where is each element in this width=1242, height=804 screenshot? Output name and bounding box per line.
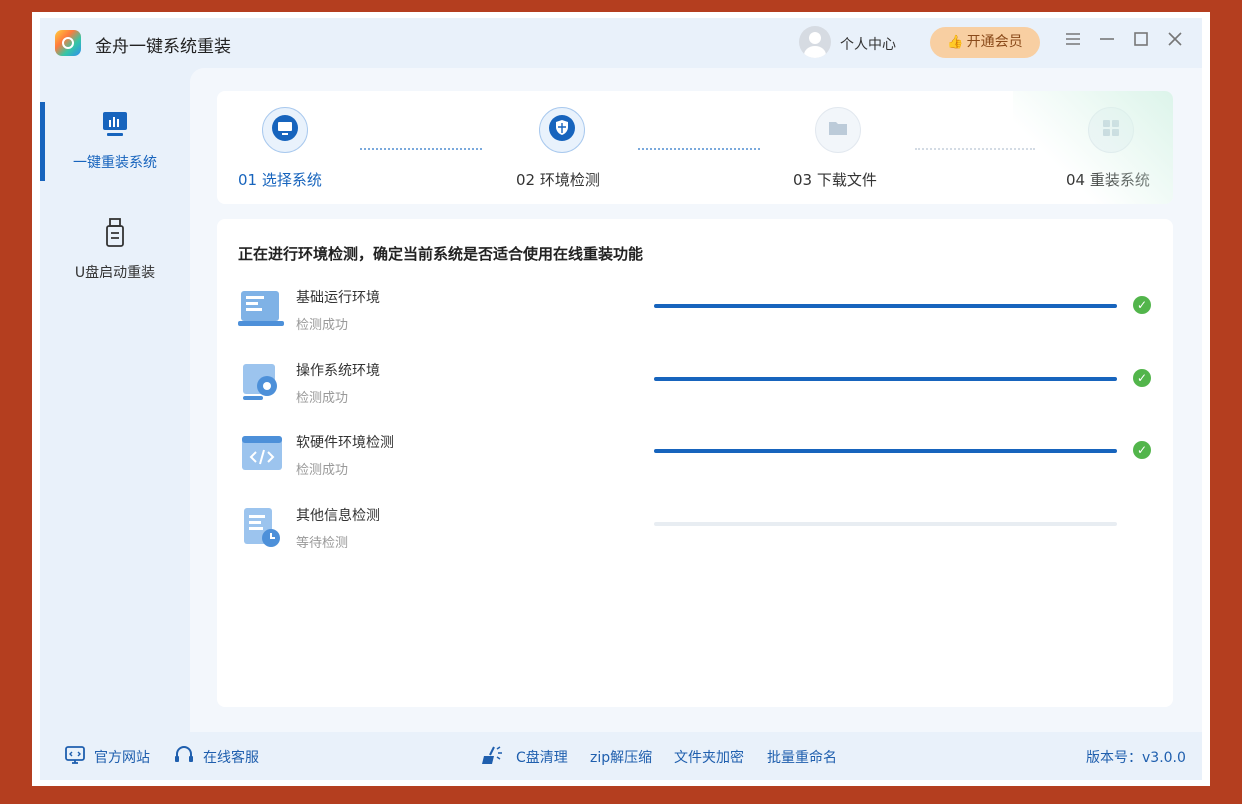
- step-connector: [915, 148, 1035, 150]
- check-status: 检测成功: [296, 463, 349, 478]
- check-success-icon: ✓: [1133, 441, 1151, 459]
- monitor-icon: [272, 115, 298, 145]
- step-connector: [638, 148, 760, 150]
- avatar[interactable]: [799, 26, 831, 58]
- check-status: 等待检测: [296, 536, 349, 551]
- folder-encrypt-link[interactable]: 文件夹加密: [674, 747, 744, 767]
- monitor-chart-icon: [101, 112, 129, 142]
- check-row-hw-sw-env: 软硬件环境检测 检测成功 ✓: [217, 432, 1173, 492]
- close-icon[interactable]: [1166, 30, 1184, 53]
- step-1-label: 01 选择系统: [238, 171, 322, 189]
- check-row-other-info: 其他信息检测 等待检测: [217, 505, 1173, 565]
- check-name: 软硬件环境检测: [296, 435, 394, 451]
- check-success-icon: ✓: [1133, 296, 1151, 314]
- step-2-icon-wrap: [539, 107, 585, 153]
- check-row-basic-env: 基础运行环境 检测成功 ✓: [217, 287, 1173, 347]
- c-drive-clean-link[interactable]: C盘清理: [516, 747, 568, 767]
- official-site-link[interactable]: 官方网站: [94, 747, 150, 767]
- monitor-web-icon: [64, 745, 86, 769]
- check-progress-bar: [654, 449, 1117, 453]
- minimize-icon[interactable]: [1098, 30, 1116, 53]
- vip-button-label: 开通会员: [966, 34, 1023, 50]
- main-panel: 01 选择系统 02 环境检测 03 下载文件 04 重装系统 正在进行环境检测…: [190, 68, 1202, 732]
- check-status: 检测成功: [296, 318, 349, 333]
- code-window-icon: [237, 432, 287, 478]
- broom-icon: [480, 744, 504, 770]
- title-bar: 金舟一键系统重装 个人中心 👍 开通会员: [40, 18, 1202, 68]
- step-1-icon-wrap: [262, 107, 308, 153]
- sidebar-item-usb-reinstall[interactable]: U盘启动重装: [40, 218, 190, 282]
- detection-headline: 正在进行环境检测，确定当前系统是否适合使用在线重装功能: [238, 245, 644, 263]
- progress-fill: [654, 377, 1117, 381]
- check-progress-bar: [654, 522, 1117, 526]
- check-status: 检测成功: [296, 391, 349, 406]
- sidebar: 一键重装系统 U盘启动重装: [40, 68, 190, 730]
- step-3-label: 03 下载文件: [793, 171, 877, 189]
- vip-button[interactable]: 👍 开通会员: [930, 27, 1040, 58]
- step-4-icon-wrap: [1088, 107, 1134, 153]
- step-2-label: 02 环境检测: [516, 171, 600, 189]
- user-center-link[interactable]: 个人中心: [840, 34, 896, 54]
- zip-link[interactable]: zip解压缩: [590, 747, 652, 767]
- step-3-icon-wrap: [815, 107, 861, 153]
- footer: 官方网站 在线客服 C盘清理 zip解压缩 文件夹加密 批量重命名 版本号：v3…: [40, 732, 1202, 780]
- step-connector: [360, 148, 482, 150]
- document-clock-icon: [237, 505, 287, 551]
- check-progress-bar: [654, 304, 1117, 308]
- hamburger-icon[interactable]: [1064, 30, 1082, 53]
- laptop-icon: [237, 287, 287, 333]
- check-name: 其他信息检测: [296, 508, 380, 524]
- app-window: 金舟一键系统重装 个人中心 👍 开通会员 一键重装系统 U盘启动重装 01 选择…: [40, 18, 1202, 780]
- sidebar-item-label: U盘启动重装: [74, 265, 156, 281]
- app-logo-icon: [55, 30, 81, 56]
- folder-icon: [825, 115, 851, 145]
- check-progress-bar: [654, 377, 1117, 381]
- detection-card: 正在进行环境检测，确定当前系统是否适合使用在线重装功能 基础运行环境 检测成功 …: [217, 219, 1173, 707]
- windows-icon: [1098, 115, 1124, 145]
- check-name: 基础运行环境: [296, 290, 380, 306]
- sidebar-item-one-click-reinstall[interactable]: 一键重装系统: [40, 110, 190, 172]
- shield-icon: [549, 115, 575, 145]
- check-success-icon: ✓: [1133, 369, 1151, 387]
- maximize-icon[interactable]: [1132, 30, 1150, 53]
- version-label: 版本号：v3.0.0: [1086, 750, 1186, 766]
- usb-drive-icon: [102, 218, 128, 252]
- check-name: 操作系统环境: [296, 363, 380, 379]
- batch-rename-link[interactable]: 批量重命名: [767, 747, 837, 767]
- check-row-os-env: 操作系统环境 检测成功 ✓: [217, 360, 1173, 420]
- steps-progress: 01 选择系统 02 环境检测 03 下载文件 04 重装系统: [217, 91, 1173, 204]
- online-service-link[interactable]: 在线客服: [203, 747, 259, 767]
- app-title: 金舟一键系统重装: [95, 37, 231, 57]
- sidebar-item-label: 一键重装系统: [73, 155, 157, 171]
- os-settings-icon: [237, 360, 287, 406]
- thumbs-up-icon: 👍: [947, 35, 964, 50]
- progress-fill: [654, 304, 1117, 308]
- step-4-label: 04 重装系统: [1066, 171, 1150, 189]
- headset-icon: [173, 745, 195, 769]
- progress-fill: [654, 449, 1117, 453]
